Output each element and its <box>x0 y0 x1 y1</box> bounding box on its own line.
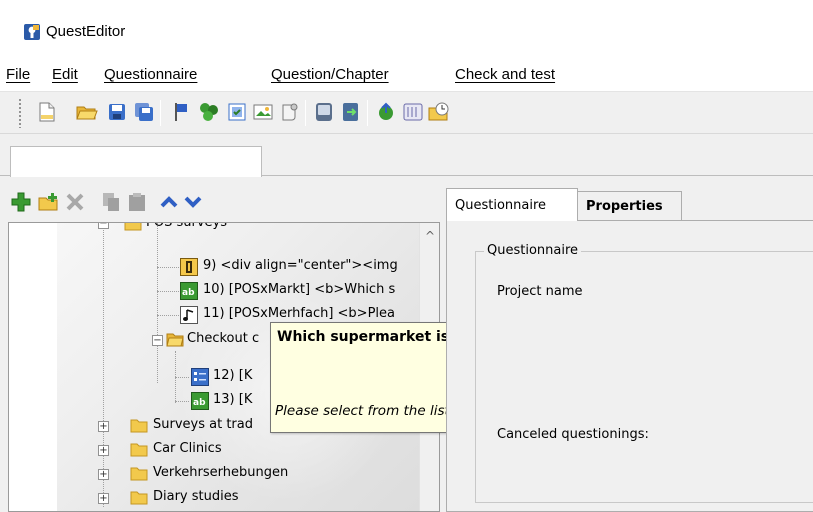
folder-icon <box>130 443 148 457</box>
move-up-icon[interactable] <box>158 191 180 213</box>
move-down-icon[interactable] <box>182 191 204 213</box>
image-icon[interactable] <box>252 101 274 123</box>
tree-node-question-9[interactable]: 9) <div align="center"><img <box>203 258 398 273</box>
tree-connector <box>157 223 158 383</box>
delete-icon[interactable] <box>64 191 86 213</box>
clock-folder-icon[interactable] <box>428 101 450 123</box>
scroll-icon[interactable] <box>278 101 300 123</box>
collapse-toggle[interactable]: − <box>152 335 163 346</box>
new-document-icon[interactable] <box>36 101 58 123</box>
main-toolbar <box>0 92 813 134</box>
save-icon[interactable] <box>106 101 128 123</box>
expand-toggle[interactable]: + <box>98 469 109 480</box>
add-icon[interactable] <box>10 191 32 213</box>
svg-text:ab: ab <box>182 288 195 298</box>
canceled-questionings-label: Canceled questionings: <box>497 427 649 442</box>
scroll-up-arrow-icon[interactable]: ^ <box>425 229 435 243</box>
add-folder-icon[interactable] <box>38 191 60 213</box>
tree-node-question-12[interactable]: 12) [K <box>213 368 252 383</box>
matrix-question-icon <box>191 368 209 386</box>
menu-check-and-test[interactable]: Check and test <box>455 66 555 83</box>
single-choice-question-icon: ab <box>180 282 198 300</box>
audio-question-icon <box>180 306 198 324</box>
tree-node-pos-surveys[interactable]: POS surveys <box>146 223 227 230</box>
toolbar-grip[interactable] <box>18 98 22 128</box>
tree-node-diary-studies[interactable]: Diary studies <box>153 489 239 504</box>
toolbar-separator <box>160 100 161 126</box>
publish-icon[interactable] <box>375 101 397 123</box>
window-title: QuestEditor <box>46 23 126 40</box>
expand-toggle[interactable]: + <box>98 421 109 432</box>
folder-open-icon <box>166 333 184 347</box>
title-bar: QuestEditor <box>0 0 813 58</box>
groupbox-title: Questionnaire <box>484 243 582 258</box>
menu-questionnaire[interactable]: Questionnaire <box>104 66 197 83</box>
toolbar-separator <box>367 100 368 126</box>
properties-icon[interactable] <box>226 101 248 123</box>
save-all-icon[interactable] <box>133 101 155 123</box>
folder-icon <box>130 491 148 505</box>
tree-connector <box>157 315 179 316</box>
tree-connector <box>175 401 189 402</box>
database-icon[interactable] <box>313 101 335 123</box>
expand-toggle[interactable]: + <box>98 445 109 456</box>
document-tab-strip <box>0 134 813 177</box>
tab-properties[interactable]: Properties <box>578 191 682 221</box>
tree-connector <box>175 377 189 378</box>
tree-node-car-clinics[interactable]: Car Clinics <box>153 441 222 456</box>
folder-icon <box>130 467 148 481</box>
questionnaire-groupbox: Questionnaire Project name Canceled ques… <box>475 243 813 503</box>
collapse-toggle[interactable]: − <box>98 223 109 229</box>
ranking-question-icon <box>180 258 198 276</box>
plugin-icon[interactable] <box>198 101 220 123</box>
folder-icon <box>130 419 148 433</box>
expand-toggle[interactable]: + <box>98 493 109 504</box>
open-folder-icon[interactable] <box>76 101 98 123</box>
paste-icon[interactable] <box>126 191 148 213</box>
tree-connector <box>157 267 179 268</box>
menu-bar: File Edit Questionnaire Question/Chapter… <box>0 58 813 92</box>
tree-node-question-10[interactable]: 10) [POSxMarkt] <b>Which s <box>203 282 395 297</box>
calendar-icon[interactable] <box>402 101 424 123</box>
document-tab[interactable] <box>10 146 262 177</box>
questeditor-app-icon <box>24 24 40 40</box>
menu-question-chapter[interactable]: Question/Chapter <box>271 66 389 83</box>
tree-node-question-13[interactable]: 13) [K <box>213 392 252 407</box>
folder-open-icon <box>124 223 142 231</box>
tree-node-surveys-at-trade[interactable]: Surveys at trad <box>153 417 253 432</box>
tree-connector <box>103 223 104 507</box>
tree-node-verkehrserhebungen[interactable]: Verkehrserhebungen <box>153 465 288 480</box>
svg-text:ab: ab <box>193 398 206 408</box>
export-icon[interactable] <box>340 101 362 123</box>
tooltip-title: Which supermarket is it? <box>277 329 474 345</box>
questionnaire-panel: Questionnaire Project name Canceled ques… <box>446 220 813 512</box>
single-choice-question-icon: ab <box>191 392 209 410</box>
menu-file[interactable]: File <box>6 66 30 83</box>
details-pane: Questionnaire Properties Questionnaire P… <box>446 185 813 512</box>
tree-connector <box>157 291 179 292</box>
menu-edit[interactable]: Edit <box>52 66 78 83</box>
tree-node-question-11[interactable]: 11) [POSxMerhfach] <b>Plea <box>203 306 395 321</box>
tab-questionnaire[interactable]: Questionnaire <box>446 188 578 221</box>
flag-icon[interactable] <box>170 101 192 123</box>
toolbar-separator <box>305 100 306 126</box>
tree-node-checkout[interactable]: Checkout c <box>187 331 259 346</box>
copy-icon[interactable] <box>100 191 122 213</box>
project-name-label: Project name <box>497 284 583 299</box>
